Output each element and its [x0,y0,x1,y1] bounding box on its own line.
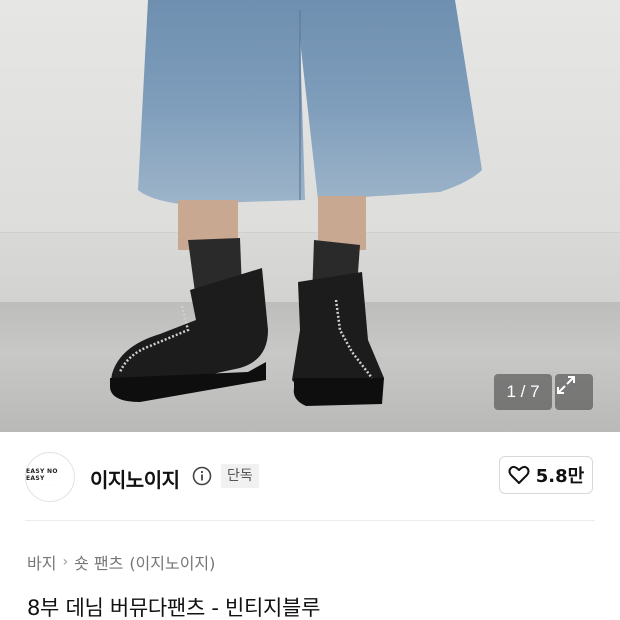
image-counter: 1 / 7 [494,374,552,410]
brand-logo-sub: · · · · · · · · · [37,482,63,487]
expand-button[interactable] [555,374,593,410]
brand-name-link[interactable]: 이지노이지 [90,464,180,493]
seller-row: EASY NO EASY · · · · · · · · · 이지노이지 단독 … [0,432,620,520]
product-image[interactable]: 1 / 7 [0,0,620,432]
product-title: 8부 데님 버뮤다팬츠 - 빈티지블루 [27,596,321,620]
brand-logo[interactable]: EASY NO EASY · · · · · · · · · [25,452,75,502]
breadcrumb: 바지 › 숏 팬츠 (이지노이지) [27,550,215,574]
breadcrumb-item-pants[interactable]: 바지 [27,550,56,574]
exclusive-badge: 단독 [221,464,259,488]
breadcrumb-item-shorts[interactable]: 숏 팬츠 [74,550,123,574]
like-count: 5.8만 [535,466,585,487]
section-divider [25,520,595,521]
heart-outline-icon [508,465,530,484]
expand-icon [557,376,575,394]
info-icon[interactable] [192,466,212,486]
like-button[interactable]: 5.8만 [499,456,593,494]
product-illustration [110,0,482,406]
brand-logo-text: EASY NO EASY [26,467,58,482]
breadcrumb-item-brand[interactable]: (이지노이지) [129,550,215,574]
chevron-right-icon: › [62,554,69,570]
